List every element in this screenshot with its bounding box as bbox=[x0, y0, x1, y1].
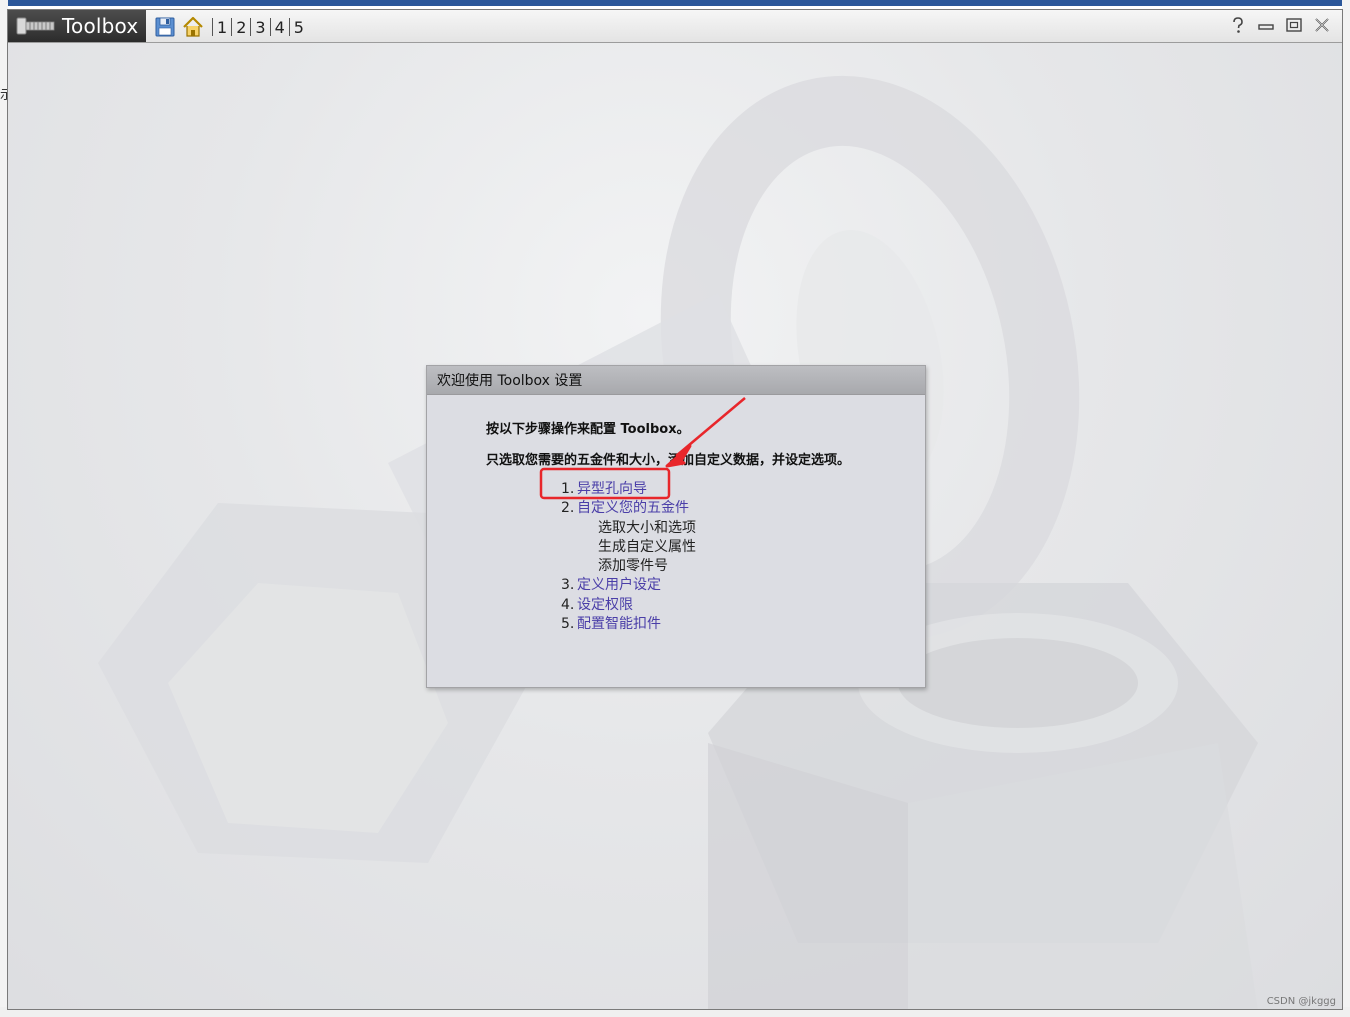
step-link-1[interactable]: 1 bbox=[213, 18, 231, 37]
title-tab: Toolbox bbox=[8, 10, 146, 42]
background-app-right-strip bbox=[1342, 0, 1350, 1017]
list-item: 2. 自定义您的五金件 bbox=[561, 499, 696, 518]
close-icon[interactable] bbox=[1312, 15, 1332, 35]
step-link-4[interactable]: 4 bbox=[271, 18, 289, 37]
help-icon[interactable] bbox=[1228, 15, 1248, 35]
toolbox-window: Toolbox 1 2 3 4 5 欢迎使用 Toolbox 设置 按以下步骤操… bbox=[7, 9, 1343, 1010]
intro-line-1: 按以下步骤操作来配置 Toolbox。 bbox=[486, 422, 690, 437]
dialog-title: 欢迎使用 Toolbox 设置 bbox=[437, 373, 583, 389]
window-title: Toolbox bbox=[62, 14, 139, 38]
user-settings-link[interactable]: 定义用户设定 bbox=[577, 576, 661, 595]
step-number: 1. bbox=[561, 481, 575, 497]
welcome-content: 欢迎使用 Toolbox 设置 按以下步骤操作来配置 Toolbox。 只选取您… bbox=[8, 43, 1342, 1009]
step-nav: 1 2 3 4 5 bbox=[212, 18, 308, 37]
permissions-link[interactable]: 设定权限 bbox=[577, 596, 633, 615]
smart-fasteners-link[interactable]: 配置智能扣件 bbox=[577, 615, 661, 634]
list-item: 1. 异型孔向导 bbox=[561, 480, 696, 499]
background-app-top-bar bbox=[0, 0, 1350, 6]
intro-line-2: 只选取您需要的五金件和大小，添加自定义数据，并设定选项。 bbox=[486, 453, 851, 468]
list-item: 3. 定义用户设定 bbox=[561, 576, 696, 595]
hole-wizard-link[interactable]: 异型孔向导 bbox=[577, 480, 647, 499]
watermark: CSDN @jkggg bbox=[1266, 996, 1336, 1007]
step-link-5[interactable]: 5 bbox=[290, 18, 308, 37]
step-number: 4. bbox=[561, 596, 575, 613]
minimize-icon[interactable] bbox=[1256, 15, 1276, 35]
step-link-3[interactable]: 3 bbox=[251, 18, 269, 37]
window-titlebar[interactable]: Toolbox 1 2 3 4 5 bbox=[8, 10, 1342, 43]
sub-step: 添加零件号 bbox=[598, 558, 668, 575]
sub-step: 生成自定义属性 bbox=[598, 538, 696, 555]
customize-hardware-link[interactable]: 自定义您的五金件 bbox=[577, 499, 689, 518]
step-number: 2. bbox=[561, 500, 575, 517]
list-item: 4. 设定权限 bbox=[561, 596, 696, 615]
restore-icon[interactable] bbox=[1284, 15, 1304, 35]
setup-steps-list: 1. 异型孔向导 2. 自定义您的五金件 选取大小和选项 生成自定义属性 添加零… bbox=[561, 480, 696, 634]
window-controls bbox=[1228, 15, 1332, 35]
list-item: 5. 配置智能扣件 bbox=[561, 615, 696, 634]
step-link-2[interactable]: 2 bbox=[232, 18, 250, 37]
bolt-icon bbox=[16, 17, 55, 35]
home-icon[interactable] bbox=[182, 16, 204, 38]
sub-step: 选取大小和选项 bbox=[598, 519, 696, 536]
step-number: 3. bbox=[561, 577, 575, 594]
welcome-dialog: 欢迎使用 Toolbox 设置 按以下步骤操作来配置 Toolbox。 只选取您… bbox=[426, 365, 926, 688]
save-icon[interactable] bbox=[154, 16, 176, 38]
dialog-header: 欢迎使用 Toolbox 设置 bbox=[427, 366, 925, 395]
toolbar: 1 2 3 4 5 bbox=[154, 14, 308, 40]
step-number: 5. bbox=[561, 616, 575, 633]
